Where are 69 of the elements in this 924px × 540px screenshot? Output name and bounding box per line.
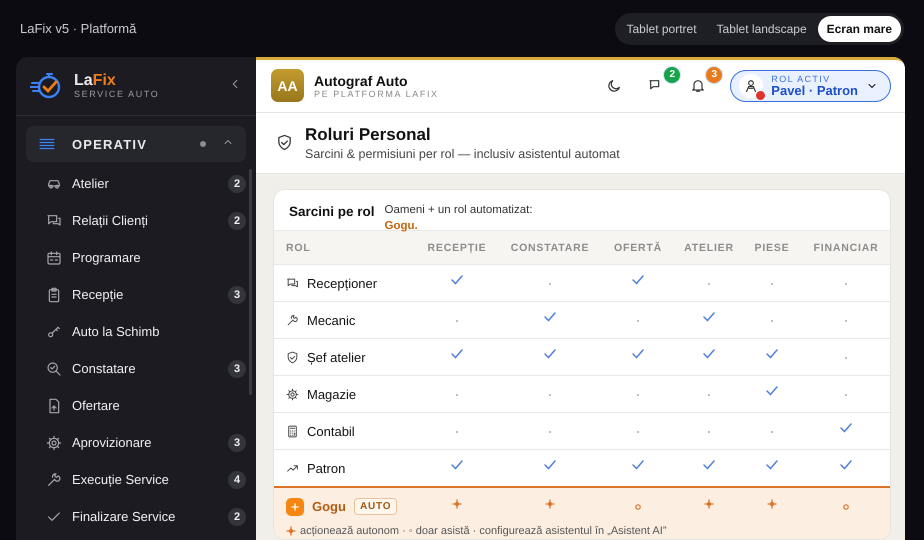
company-avatar: AA bbox=[271, 69, 304, 102]
role-name: Magazie bbox=[307, 386, 356, 402]
column-header: ROL bbox=[285, 242, 312, 254]
sidebar-item[interactable]: Finalizare Service 2 bbox=[16, 498, 256, 535]
app-title: LaFix v5 · Platformă bbox=[20, 21, 136, 36]
column-header: ATELIER bbox=[683, 242, 735, 254]
gear-icon bbox=[46, 434, 62, 450]
company-name: Autograf Auto bbox=[314, 72, 409, 89]
role-name: Șef atelier bbox=[307, 350, 366, 365]
brand-name: LaFix bbox=[74, 73, 117, 89]
column-header: CONSTATARE bbox=[510, 242, 590, 254]
sidebar-item[interactable]: Execuție Service 4 bbox=[16, 461, 256, 498]
sidebar-item[interactable]: Constatare 3 bbox=[16, 350, 256, 387]
scrollbar[interactable] bbox=[249, 169, 252, 395]
page-subtitle: Sarcini & permisiuni per rol — inclusiv asistentul automat bbox=[305, 146, 620, 161]
sidebar-item[interactable]: Programare bbox=[16, 239, 256, 276]
sidebar-item[interactable]: Relații Clienți 2 bbox=[16, 202, 256, 239]
column-header: FINANCIAR bbox=[812, 242, 880, 254]
shield-icon bbox=[276, 134, 293, 152]
search-icon bbox=[46, 360, 62, 376]
sidebar-item[interactable]: Atelier 2 bbox=[16, 165, 256, 202]
sidebar-item[interactable]: Recepție 3 bbox=[16, 276, 256, 313]
brand-subtitle: SERVICE AUTO bbox=[74, 89, 160, 99]
bell-icon[interactable] bbox=[690, 78, 706, 94]
view-mode-tab[interactable]: Ecran mare bbox=[818, 16, 901, 42]
moon-icon[interactable] bbox=[606, 78, 622, 94]
wrench-icon bbox=[286, 314, 299, 327]
role-switcher[interactable]: ROL ACTIV Pavel · Patron bbox=[730, 70, 891, 102]
count-badge: 2 bbox=[228, 508, 246, 526]
calendar-icon bbox=[46, 250, 62, 266]
role-name: Gogu bbox=[312, 499, 346, 514]
status-dot bbox=[200, 141, 206, 147]
wrench-icon bbox=[46, 472, 62, 488]
auto-tag: AUTO bbox=[354, 498, 398, 516]
chat-icon bbox=[286, 276, 299, 290]
count-badge: 2 bbox=[228, 212, 246, 230]
person-icon bbox=[744, 78, 758, 93]
calculator-icon bbox=[286, 424, 299, 438]
shield-icon bbox=[286, 350, 299, 364]
sidebar-item[interactable]: Auto la Schimb bbox=[16, 313, 256, 350]
chat-icon bbox=[46, 212, 62, 228]
gear-icon bbox=[286, 388, 299, 401]
sidebar-item[interactable]: Aprovizionare 3 bbox=[16, 424, 256, 461]
count-badge: 3 bbox=[228, 360, 246, 378]
count-badge: 3 bbox=[705, 66, 724, 84]
count-badge: 4 bbox=[228, 470, 246, 488]
section-header[interactable]: OPERATIV bbox=[26, 126, 246, 162]
stopwatch-check-icon bbox=[30, 72, 62, 100]
count-badge: 3 bbox=[228, 286, 246, 304]
count-badge: 2 bbox=[228, 174, 246, 192]
sidebar-item[interactable]: Ofertare bbox=[16, 387, 256, 424]
clipboard-icon bbox=[46, 286, 62, 302]
count-badge: 3 bbox=[228, 434, 246, 452]
column-header: OFERTĂ bbox=[613, 242, 663, 254]
platform-label: PE PLATFORMA LAFIX bbox=[314, 88, 439, 99]
page-title: Roluri Personal bbox=[305, 124, 432, 145]
card-title: Sarcini pe rol bbox=[289, 203, 375, 222]
view-mode-tab[interactable]: Tablet landscape bbox=[708, 16, 816, 42]
column-header: PIESE bbox=[754, 242, 790, 254]
legend-text: acționează autonom · ◦ doar asistă · configurează asistentul în „Asistent AI” bbox=[300, 525, 666, 538]
count-badge: 2 bbox=[663, 66, 682, 84]
column-header: RECEPȚIE bbox=[426, 242, 488, 254]
view-mode-tab[interactable]: Tablet portret bbox=[618, 16, 706, 42]
status-dot bbox=[756, 90, 766, 100]
role-name: Recepționer bbox=[307, 276, 378, 291]
role-name: Mecanic bbox=[307, 312, 356, 328]
card-note: Oameni + un rol automatizat: Gogu. bbox=[384, 203, 534, 230]
role-name: Contabil bbox=[307, 424, 355, 439]
role-name: Patron bbox=[307, 460, 346, 476]
